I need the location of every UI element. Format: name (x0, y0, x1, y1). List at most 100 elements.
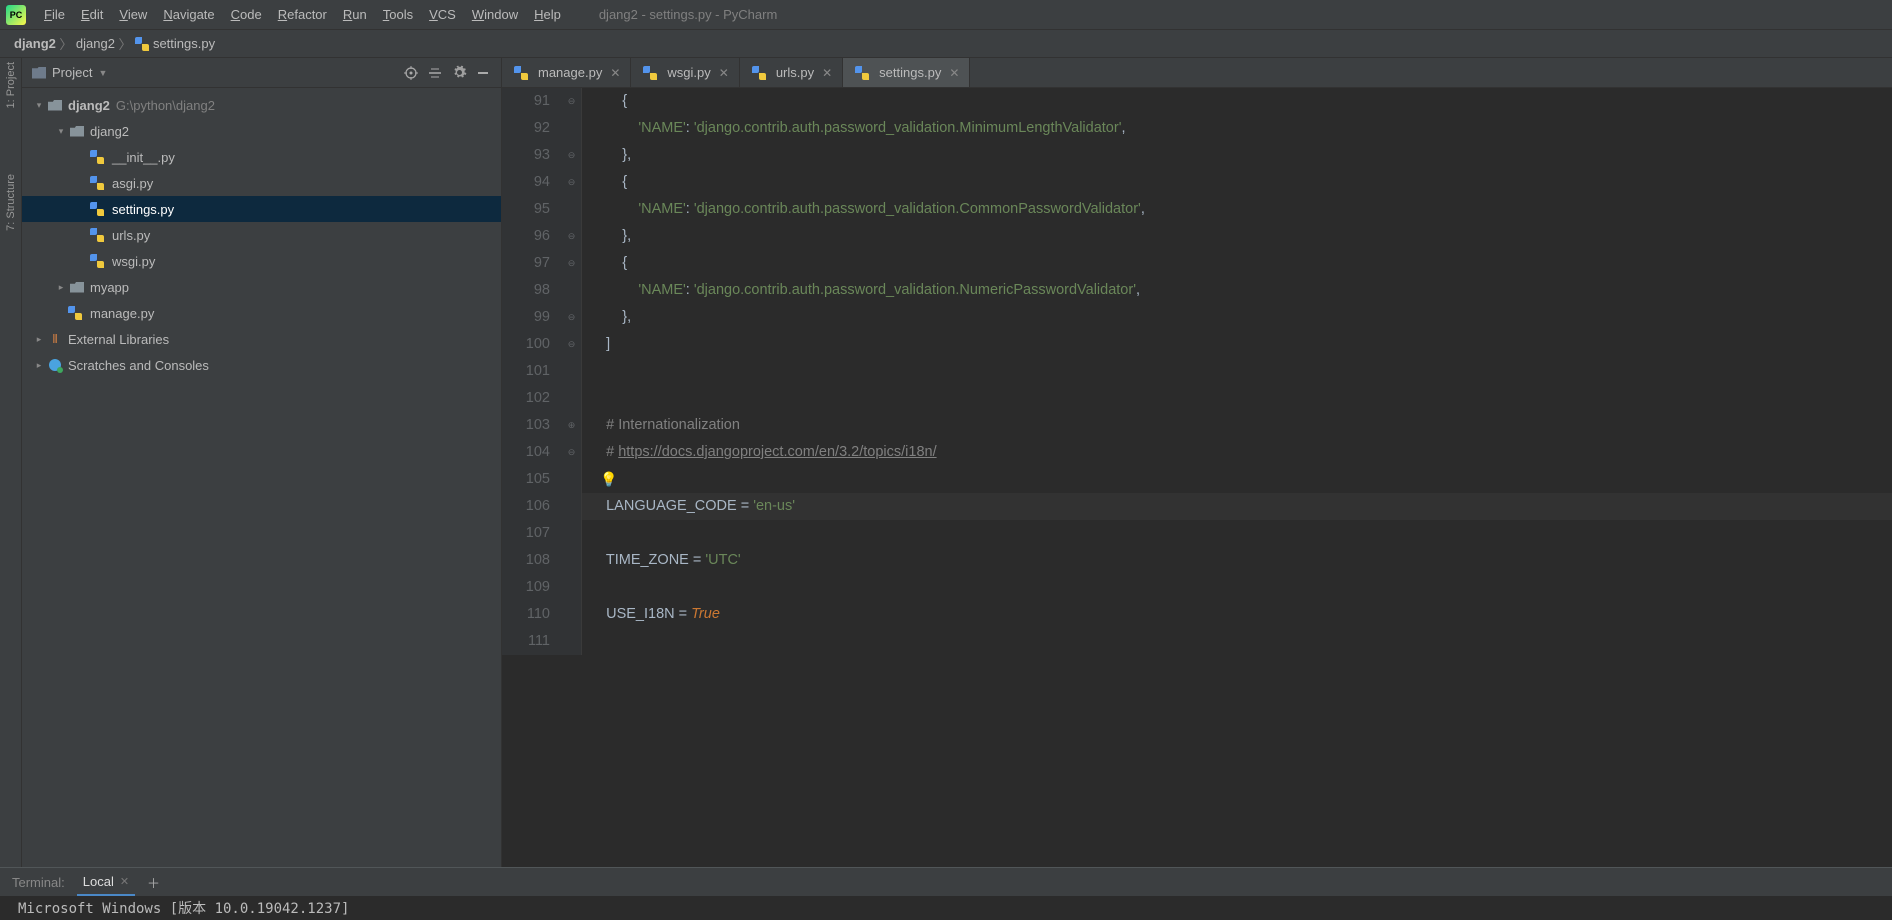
line-number[interactable]: 99 (502, 304, 562, 331)
terminal-output[interactable]: Microsoft Windows [版本 10.0.19042.1237] (0, 896, 1892, 920)
hide-icon[interactable] (471, 61, 495, 85)
tree-arrow-icon[interactable]: ▾ (32, 100, 46, 111)
code-line[interactable]: 101 (502, 358, 1892, 385)
tool-window-project[interactable]: 1: Project (5, 62, 17, 108)
line-number[interactable]: 108 (502, 547, 562, 574)
menu-navigate[interactable]: Navigate (155, 0, 222, 30)
code-line[interactable]: 106 LANGUAGE_CODE = 'en-us' (502, 493, 1892, 520)
line-number[interactable]: 110 (502, 601, 562, 628)
line-number[interactable]: 104 (502, 439, 562, 466)
tree-item[interactable]: ▸⫼External Libraries (22, 326, 501, 352)
tree-item[interactable]: manage.py (22, 300, 501, 326)
line-number[interactable]: 95 (502, 196, 562, 223)
locate-icon[interactable] (399, 61, 423, 85)
line-number[interactable]: 106 (502, 493, 562, 520)
tree-item[interactable]: settings.py (22, 196, 501, 222)
code-line[interactable]: 100⊖ ] (502, 331, 1892, 358)
code-line[interactable]: 109 (502, 574, 1892, 601)
tree-item[interactable]: ▸myapp (22, 274, 501, 300)
menu-file[interactable]: File (36, 0, 73, 30)
fold-icon[interactable] (562, 385, 582, 412)
fold-icon[interactable] (562, 547, 582, 574)
menu-edit[interactable]: Edit (73, 0, 111, 30)
tree-item[interactable]: asgi.py (22, 170, 501, 196)
line-number[interactable]: 100 (502, 331, 562, 358)
expand-all-icon[interactable] (423, 61, 447, 85)
tree-item[interactable]: urls.py (22, 222, 501, 248)
code-line[interactable]: 91⊖ { (502, 88, 1892, 115)
fold-icon[interactable] (562, 628, 582, 655)
line-number[interactable]: 105 (502, 466, 562, 493)
chevron-down-icon[interactable]: ▼ (98, 68, 107, 78)
code-line[interactable]: 96⊖ }, (502, 223, 1892, 250)
fold-icon[interactable] (562, 493, 582, 520)
menu-run[interactable]: Run (335, 0, 375, 30)
fold-icon[interactable] (562, 358, 582, 385)
line-number[interactable]: 96 (502, 223, 562, 250)
menu-tools[interactable]: Tools (375, 0, 421, 30)
code-line[interactable]: 111 (502, 628, 1892, 655)
fold-icon[interactable]: ⊖ (562, 250, 582, 277)
breadcrumb-item[interactable]: settings.py (131, 36, 219, 52)
fold-icon[interactable] (562, 601, 582, 628)
fold-icon[interactable] (562, 574, 582, 601)
menu-window[interactable]: Window (464, 0, 526, 30)
line-number[interactable]: 109 (502, 574, 562, 601)
tree-item[interactable]: __init__.py (22, 144, 501, 170)
close-icon[interactable]: ✕ (820, 66, 834, 80)
code-line[interactable]: 95 'NAME': 'django.contrib.auth.password… (502, 196, 1892, 223)
tree-item[interactable]: wsgi.py (22, 248, 501, 274)
project-tree[interactable]: ▾djang2G:\python\djang2▾djang2__init__.p… (22, 88, 501, 382)
line-number[interactable]: 111 (502, 628, 562, 655)
fold-icon[interactable] (562, 196, 582, 223)
fold-icon[interactable] (562, 466, 582, 493)
fold-icon[interactable]: ⊖ (562, 223, 582, 250)
fold-icon[interactable] (562, 115, 582, 142)
menu-view[interactable]: View (111, 0, 155, 30)
line-number[interactable]: 92 (502, 115, 562, 142)
line-number[interactable]: 101 (502, 358, 562, 385)
close-icon[interactable]: ✕ (947, 66, 961, 80)
menu-help[interactable]: Help (526, 0, 569, 30)
editor-tab[interactable]: wsgi.py✕ (631, 58, 739, 87)
fold-icon[interactable]: ⊖ (562, 304, 582, 331)
code-line[interactable]: 107 (502, 520, 1892, 547)
line-number[interactable]: 91 (502, 88, 562, 115)
line-number[interactable]: 93 (502, 142, 562, 169)
tree-item[interactable]: ▾djang2G:\python\djang2 (22, 92, 501, 118)
line-number[interactable]: 107 (502, 520, 562, 547)
code-line[interactable]: 102 (502, 385, 1892, 412)
editor-tab[interactable]: urls.py✕ (740, 58, 843, 87)
fold-icon[interactable]: ⊕ (562, 412, 582, 439)
intention-bulb-icon[interactable]: 💡 (600, 471, 617, 487)
close-icon[interactable]: ✕ (608, 66, 622, 80)
breadcrumb-item[interactable]: djang2 (72, 36, 119, 51)
code-line[interactable]: 94⊖ { (502, 169, 1892, 196)
code-line[interactable]: 98 'NAME': 'django.contrib.auth.password… (502, 277, 1892, 304)
editor-tab[interactable]: settings.py✕ (843, 58, 970, 87)
tree-item[interactable]: ▾djang2 (22, 118, 501, 144)
code-line[interactable]: 93⊖ }, (502, 142, 1892, 169)
code-line[interactable]: 104⊖ # https://docs.djangoproject.com/en… (502, 439, 1892, 466)
code-line[interactable]: 108 TIME_ZONE = 'UTC' (502, 547, 1892, 574)
tree-arrow-icon[interactable]: ▸ (32, 360, 46, 371)
menu-vcs[interactable]: VCS (421, 0, 464, 30)
code-line[interactable]: 99⊖ }, (502, 304, 1892, 331)
terminal-tab-local[interactable]: Local✕ (77, 868, 135, 896)
gear-icon[interactable] (447, 61, 471, 85)
fold-icon[interactable]: ⊖ (562, 169, 582, 196)
fold-icon[interactable] (562, 520, 582, 547)
add-terminal-button[interactable]: ＋ (147, 873, 160, 892)
line-number[interactable]: 98 (502, 277, 562, 304)
code-line[interactable]: 103⊕ # Internationalization (502, 412, 1892, 439)
line-number[interactable]: 102 (502, 385, 562, 412)
line-number[interactable]: 94 (502, 169, 562, 196)
menu-code[interactable]: Code (223, 0, 270, 30)
editor-tab[interactable]: manage.py✕ (502, 58, 631, 87)
tool-window-structure[interactable]: 7: Structure (5, 174, 17, 231)
line-number[interactable]: 103 (502, 412, 562, 439)
fold-icon[interactable]: ⊖ (562, 88, 582, 115)
code-editor[interactable]: 91⊖ {92 'NAME': 'django.contrib.auth.pas… (502, 88, 1892, 867)
code-line[interactable]: 105 💡 (502, 466, 1892, 493)
tree-arrow-icon[interactable]: ▸ (32, 334, 46, 345)
